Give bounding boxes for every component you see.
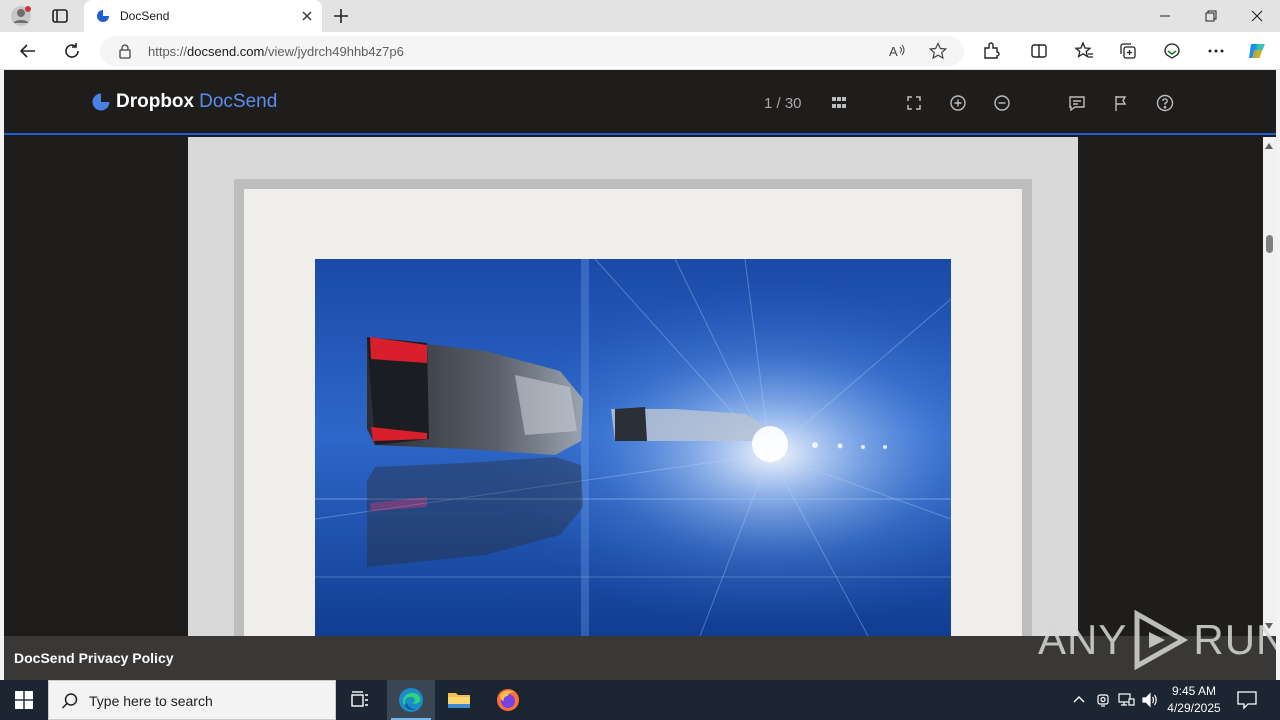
docsend-header: Dropbox DocSend 1 / 30 <box>4 70 1276 135</box>
concept-car-artwork <box>315 259 951 637</box>
meet-now-icon[interactable] <box>1094 691 1112 709</box>
svg-text:A: A <box>889 44 898 59</box>
notifications-icon[interactable] <box>1236 690 1258 710</box>
favorites-icon[interactable] <box>1073 40 1095 62</box>
play-logo-icon <box>1134 610 1189 670</box>
search-icon <box>61 692 79 715</box>
profile-icon[interactable] <box>10 5 32 27</box>
flag-icon[interactable] <box>1112 94 1130 112</box>
dropbox-docsend-logo[interactable]: Dropbox DocSend <box>92 91 277 113</box>
zoom-out-icon[interactable] <box>993 94 1011 112</box>
extensions-icon[interactable] <box>980 40 1002 62</box>
more-options-icon[interactable] <box>1205 40 1227 62</box>
grid-view-icon[interactable] <box>830 94 848 112</box>
url-bar[interactable]: https://docsend.com/view/jydrch49hhb4z7p… <box>100 36 964 66</box>
docsend-viewer: Dropbox DocSend 1 / 30 DocSend Privacy P… <box>4 70 1276 680</box>
page-counter: 1 / 30 <box>764 95 802 112</box>
fullscreen-icon[interactable] <box>905 94 923 112</box>
file-explorer-icon[interactable] <box>435 680 483 720</box>
logo-word-docsend: DocSend <box>199 91 278 112</box>
copilot-icon[interactable] <box>1246 40 1268 62</box>
vertical-scrollbar[interactable] <box>1263 137 1276 637</box>
volume-icon[interactable] <box>1141 691 1159 709</box>
docsend-logo-icon <box>92 93 110 111</box>
url-prefix: https:// <box>148 44 188 59</box>
minimize-icon[interactable] <box>1142 0 1188 32</box>
search-placeholder: Type here to search <box>89 693 213 709</box>
url-host: docsend.com <box>187 44 265 59</box>
taskbar-search-box[interactable]: Type here to search <box>48 680 336 720</box>
watermark-left-text: ANY <box>1038 616 1128 663</box>
restore-icon[interactable] <box>1188 0 1234 32</box>
tab-title: DocSend <box>120 9 170 23</box>
taskbar-clock[interactable]: 9:45 AM 4/29/2025 <box>1160 683 1228 717</box>
zoom-in-icon[interactable] <box>949 94 967 112</box>
logo-word-dropbox: Dropbox <box>116 91 195 112</box>
new-tab-icon[interactable] <box>332 7 350 25</box>
close-tab-icon[interactable] <box>300 9 314 23</box>
url-text[interactable]: https://docsend.com/view/jydrch49hhb4z7p… <box>148 44 404 59</box>
network-icon[interactable] <box>1117 691 1135 709</box>
tab-actions-icon[interactable] <box>50 6 70 26</box>
firefox-icon[interactable] <box>484 680 532 720</box>
privacy-policy-link[interactable]: DocSend Privacy Policy <box>14 650 174 666</box>
document-page[interactable] <box>188 137 1078 637</box>
close-window-icon[interactable] <box>1234 0 1280 32</box>
docsend-favicon-icon <box>96 9 110 23</box>
comment-icon[interactable] <box>1068 94 1086 112</box>
edge-taskbar-icon[interactable] <box>387 680 435 720</box>
back-icon[interactable] <box>17 40 39 62</box>
collections-icon[interactable] <box>1117 40 1139 62</box>
clock-date: 4/29/2025 <box>1167 701 1221 715</box>
address-toolbar: https://docsend.com/view/jydrch49hhb4z7p… <box>0 32 1280 70</box>
favorite-star-icon[interactable] <box>928 42 948 60</box>
windows-start-icon[interactable] <box>0 680 48 720</box>
scroll-up-arrow-icon[interactable] <box>1265 143 1273 149</box>
windows-taskbar: Type here to search 9:45 AM 4/29/2025 <box>0 680 1280 720</box>
clock-time: 9:45 AM <box>1171 684 1217 698</box>
show-hidden-icons-icon[interactable] <box>1070 691 1088 709</box>
refresh-icon[interactable] <box>61 40 83 62</box>
browser-essentials-icon[interactable] <box>1161 40 1183 62</box>
browser-tab-docsend[interactable]: DocSend <box>84 0 322 32</box>
task-view-icon[interactable] <box>336 680 384 720</box>
read-aloud-icon[interactable]: A <box>888 42 908 60</box>
help-icon[interactable] <box>1156 94 1174 112</box>
anyrun-watermark: ANY RUN <box>1038 610 1276 670</box>
url-path: /view/jydrch49hhb4z7p6 <box>264 44 404 59</box>
scrollbar-thumb[interactable] <box>1266 235 1273 253</box>
lock-icon[interactable] <box>118 44 132 64</box>
tab-strip: DocSend <box>0 0 1280 32</box>
watermark-right-text: RUN <box>1193 616 1276 663</box>
split-screen-icon[interactable] <box>1028 40 1050 62</box>
